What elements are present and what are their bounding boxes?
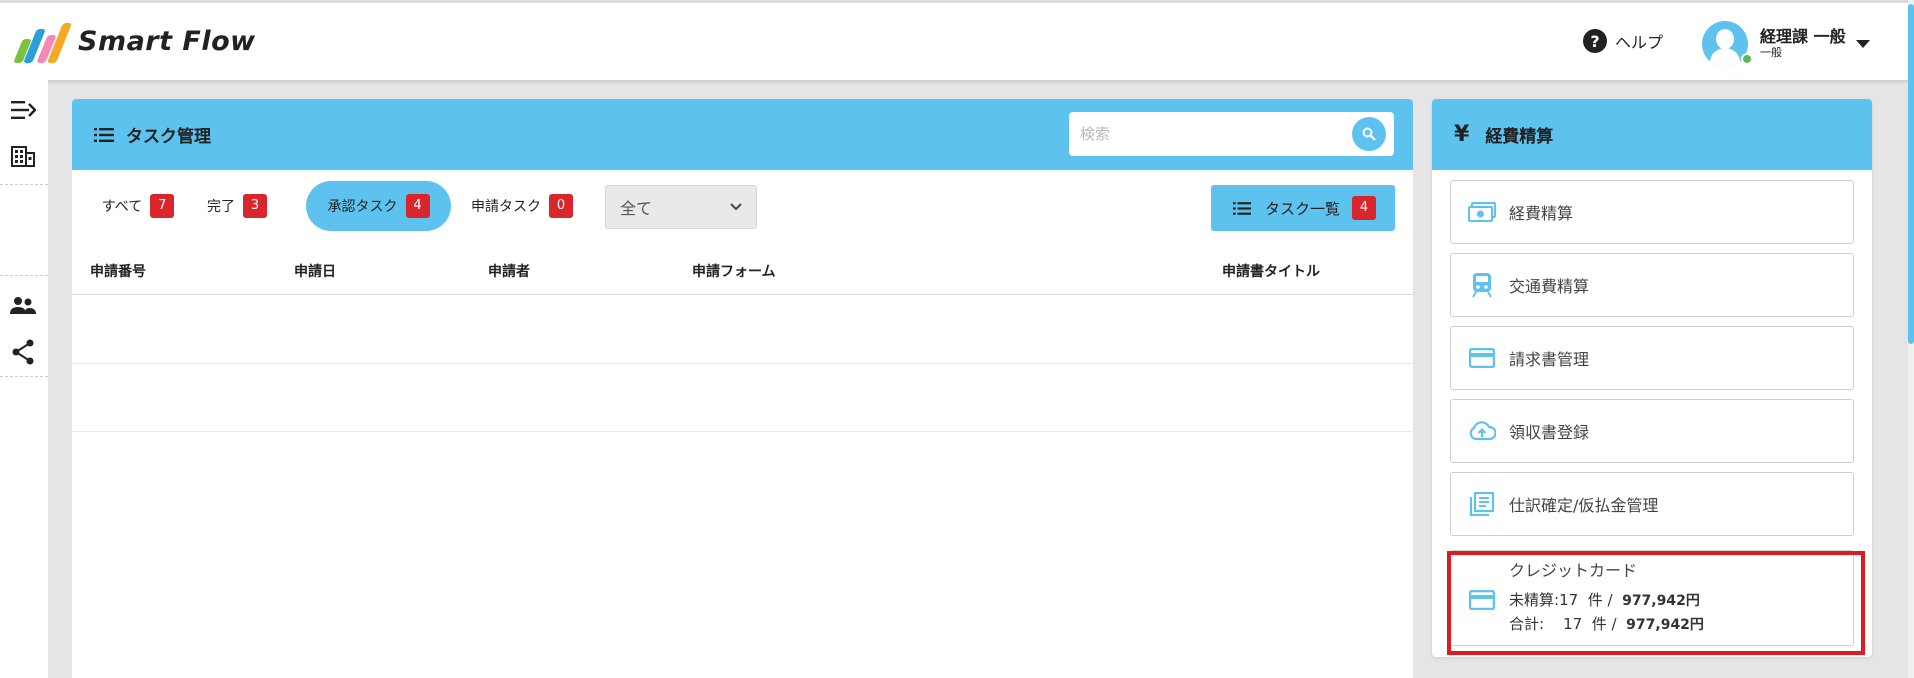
logo-mark-icon	[12, 19, 73, 63]
user-name: 経理課 一般	[1760, 27, 1846, 47]
list-icon	[1233, 201, 1251, 215]
search-input[interactable]	[1080, 125, 1352, 143]
unsettled-count: 17	[1559, 591, 1579, 609]
card-icon	[1467, 585, 1497, 615]
card-icon	[1467, 343, 1497, 373]
train-icon	[1467, 270, 1497, 300]
tab-label: 申請タスク	[471, 199, 541, 215]
tab-label: すべて	[101, 199, 143, 215]
credit-card-title: クレジットカード	[1509, 561, 1638, 580]
menu-invoice-management[interactable]: 請求書管理	[1450, 326, 1854, 390]
menu-item-label: 仕訳確定/仮払金管理	[1509, 496, 1659, 515]
help-icon: ?	[1583, 29, 1607, 53]
menu-journal-management[interactable]: 仕訳確定/仮払金管理	[1450, 472, 1854, 536]
count-unit: 件 /	[1587, 591, 1613, 609]
share-icon[interactable]	[8, 337, 38, 367]
list-icon	[94, 127, 114, 142]
scrollbar-thumb[interactable]	[1908, 4, 1914, 344]
count-badge: 4	[1352, 196, 1377, 220]
menu-item-label: 経費精算	[1509, 204, 1574, 223]
task-table-body	[72, 295, 1413, 678]
chevron-down-icon	[730, 203, 742, 211]
task-panel-title: タスク管理	[126, 127, 211, 147]
table-header: 申請番号 申請日 申請者 申請フォーム 申請書タイトル	[72, 251, 1413, 295]
unsettled-label: 未精算:	[1509, 591, 1560, 609]
menu-receipt-registration[interactable]: 領収書登録	[1450, 399, 1854, 463]
tab-application-tasks[interactable]: 申請タスク 0	[462, 181, 582, 231]
online-status-icon	[1741, 53, 1753, 65]
total-amount: 977,942円	[1626, 617, 1704, 633]
left-sidebar	[0, 80, 48, 678]
status-filter-select[interactable]: 全て	[605, 185, 757, 229]
search-icon	[1362, 127, 1376, 141]
column-header[interactable]: 申請日	[294, 261, 336, 281]
money-icon	[1467, 197, 1497, 227]
user-menu[interactable]: 経理課 一般 一般	[1702, 21, 1870, 67]
app-header: Smart Flow ? ヘルプ 経理課 一般 一般	[0, 0, 1914, 80]
credit-unsettled-line: 未精算:17 件 / 977,942円	[1509, 589, 1700, 610]
column-header[interactable]: 申請フォーム	[692, 261, 776, 281]
count-badge: 0	[549, 194, 573, 218]
tab-label: 完了	[207, 199, 235, 215]
caret-down-icon	[1855, 40, 1870, 48]
expense-panel: ¥ 経費精算 経費精算 交通費精算 請求書管理 領収書登録 仕訳確定/仮払金管理	[1432, 99, 1872, 657]
expense-panel-title: 経費精算	[1485, 127, 1554, 147]
user-role: 一般	[1760, 45, 1782, 59]
menu-item-label: 交通費精算	[1509, 277, 1590, 296]
count-badge: 3	[243, 194, 267, 218]
journal-icon	[1467, 489, 1497, 519]
count-badge: 7	[150, 194, 175, 218]
total-count: 17	[1563, 615, 1583, 633]
menu-transport-expense[interactable]: 交通費精算	[1450, 253, 1854, 317]
column-header[interactable]: 申請者	[488, 261, 530, 281]
users-icon[interactable]	[8, 291, 38, 321]
expense-panel-header: ¥ 経費精算	[1432, 99, 1872, 170]
tab-completed[interactable]: 完了 3	[202, 181, 272, 231]
count-unit: 件 /	[1591, 615, 1617, 633]
tab-approval-tasks[interactable]: 承認タスク 4	[306, 181, 451, 231]
filter-selected-value: 全て	[620, 199, 653, 218]
help-link[interactable]: ? ヘルプ	[1583, 29, 1663, 53]
task-list-button[interactable]: タスク一覧 4	[1211, 185, 1395, 231]
help-label: ヘルプ	[1615, 33, 1664, 52]
unsettled-amount: 977,942円	[1622, 593, 1700, 609]
search-button[interactable]	[1352, 117, 1386, 151]
menu-item-label: 請求書管理	[1509, 350, 1590, 369]
search-box	[1069, 112, 1394, 156]
task-panel-header: タスク管理	[72, 99, 1413, 170]
app-logo[interactable]: Smart Flow	[12, 19, 256, 63]
column-header[interactable]: 申請書タイトル	[1222, 261, 1320, 281]
column-header[interactable]: 申請番号	[90, 261, 146, 281]
count-badge: 4	[405, 194, 430, 218]
building-icon[interactable]	[8, 141, 38, 171]
menu-item-label: 領収書登録	[1509, 423, 1590, 442]
cloud-upload-icon	[1467, 416, 1497, 446]
task-list-label: タスク一覧	[1265, 199, 1341, 218]
tab-all[interactable]: すべて 7	[94, 181, 182, 231]
total-label: 合計:	[1509, 615, 1545, 633]
collapse-menu-icon[interactable]	[8, 95, 38, 125]
logo-text: Smart Flow	[78, 25, 256, 57]
task-management-panel: タスク管理 すべて 7 完了 3 承認タスク 4 申請タスク 0 全て	[72, 99, 1413, 678]
tab-label: 承認タスク	[327, 199, 398, 215]
menu-credit-card[interactable]: クレジットカード 未精算:17 件 / 977,942円 合計: 17 件 / …	[1450, 550, 1854, 646]
credit-total-line: 合計: 17 件 / 977,942円	[1509, 613, 1704, 634]
menu-expense-settlement[interactable]: 経費精算	[1450, 180, 1854, 244]
yen-icon: ¥	[1454, 122, 1470, 147]
